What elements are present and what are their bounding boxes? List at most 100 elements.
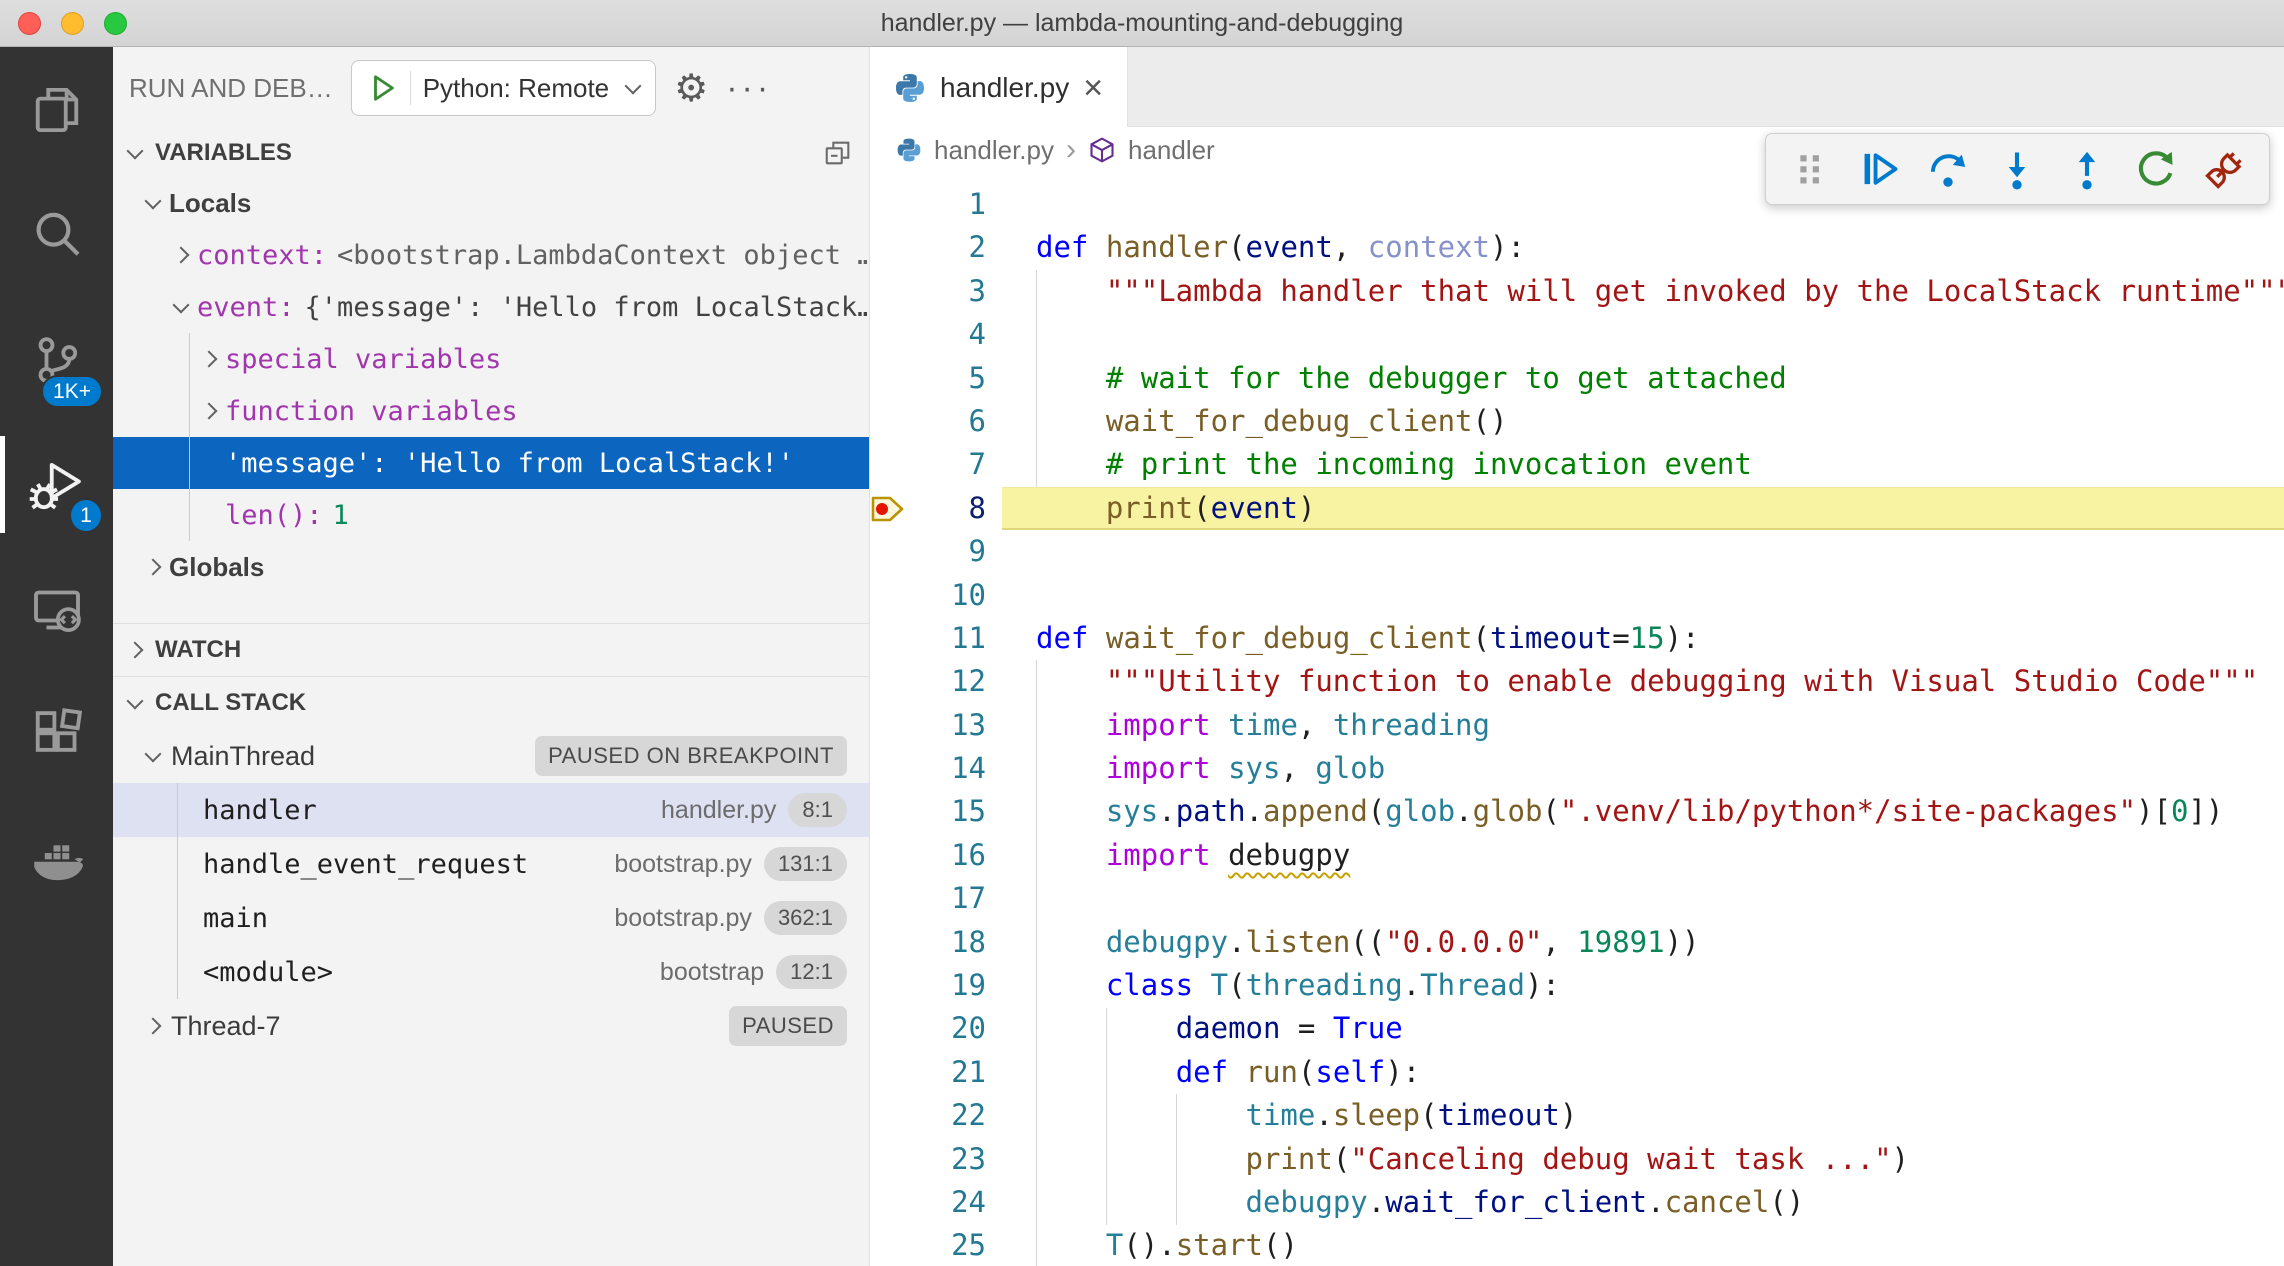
sidebar-item-docker[interactable] (0, 797, 113, 922)
line-number[interactable]: 21 (914, 1051, 986, 1094)
code-line[interactable]: 4 (870, 313, 2284, 356)
debug-restart-button[interactable] (2132, 145, 2180, 193)
line-number[interactable]: 3 (914, 270, 986, 313)
variable-row[interactable]: 'message': 'Hello from LocalStack!' (113, 437, 869, 489)
breakpoint-gutter[interactable] (870, 790, 914, 833)
sidebar-item-run-and-debug[interactable]: 1 (0, 422, 113, 547)
breakpoint-gutter[interactable] (870, 1224, 914, 1266)
code-line[interactable]: 22 time.sleep(timeout) (870, 1094, 2284, 1137)
code-line[interactable]: 25 T().start() (870, 1224, 2284, 1266)
line-number[interactable]: 4 (914, 313, 986, 356)
breakpoint-gutter[interactable] (870, 1007, 914, 1050)
breakpoint-gutter[interactable] (870, 747, 914, 790)
code-line[interactable]: 6 wait_for_debug_client() (870, 400, 2284, 443)
variable-row[interactable]: event:{'message': 'Hello from LocalStack… (113, 281, 869, 333)
debug-config-dropdown[interactable]: Python: Remote (351, 60, 656, 116)
breakpoint-gutter[interactable] (870, 226, 914, 269)
breakpoint-gutter[interactable] (870, 877, 914, 920)
line-number[interactable]: 7 (914, 443, 986, 486)
line-number[interactable]: 20 (914, 1007, 986, 1050)
breakpoint-gutter[interactable] (870, 1094, 914, 1137)
code-line[interactable]: 15 sys.path.append(glob.glob(".venv/lib/… (870, 790, 2284, 833)
zoom-window-button[interactable] (104, 12, 127, 35)
breakpoint-gutter[interactable] (870, 660, 914, 703)
breakpoint-gutter[interactable] (870, 357, 914, 400)
line-number[interactable]: 9 (914, 530, 986, 573)
breakpoint-gutter[interactable] (870, 1138, 914, 1181)
breakpoint-gutter[interactable] (870, 574, 914, 617)
call-stack-thread-row[interactable]: MainThreadPAUSED ON BREAKPOINT (113, 729, 869, 783)
collapse-all-icon[interactable] (823, 138, 853, 168)
breakpoint-gutter[interactable] (870, 964, 914, 1007)
breakpoint-gutter[interactable] (870, 400, 914, 443)
line-number[interactable]: 16 (914, 834, 986, 877)
call-stack-thread-row[interactable]: Thread-7PAUSED (113, 999, 869, 1053)
line-number[interactable]: 6 (914, 400, 986, 443)
breakpoint-gutter[interactable] (870, 183, 914, 226)
close-icon[interactable]: × (1083, 71, 1103, 105)
breakpoint-gutter[interactable] (870, 1181, 914, 1224)
debug-disconnect-button[interactable] (2201, 145, 2249, 193)
code-line[interactable]: 16 import debugpy (870, 834, 2284, 877)
code-line[interactable]: 3 """Lambda handler that will get invoke… (870, 270, 2284, 313)
breakpoint-gutter[interactable] (870, 487, 914, 530)
code-line[interactable]: 21 def run(self): (870, 1051, 2284, 1094)
line-number[interactable]: 10 (914, 574, 986, 617)
toolbar-drag-handle[interactable] (1786, 145, 1834, 193)
breadcrumb-file[interactable]: handler.py (934, 135, 1054, 166)
code-line[interactable]: 2def handler(event, context): (870, 226, 2284, 269)
code-line[interactable]: 10 (870, 574, 2284, 617)
debug-step-into-button[interactable] (1993, 145, 2041, 193)
minimize-window-button[interactable] (61, 12, 84, 35)
code-line[interactable]: 24 debugpy.wait_for_client.cancel() (870, 1181, 2284, 1224)
breakpoint-gutter[interactable] (870, 704, 914, 747)
variable-row[interactable]: context:<bootstrap.LambdaContext object … (113, 229, 869, 281)
ellipsis-icon[interactable]: ··· (726, 69, 772, 108)
sidebar-item-extensions[interactable] (0, 672, 113, 797)
line-number[interactable]: 25 (914, 1224, 986, 1266)
line-number[interactable]: 17 (914, 877, 986, 920)
code-line[interactable]: 11def wait_for_debug_client(timeout=15): (870, 617, 2284, 660)
breakpoint-gutter[interactable] (870, 530, 914, 573)
line-number[interactable]: 18 (914, 921, 986, 964)
line-number[interactable]: 15 (914, 790, 986, 833)
tab-handler-py[interactable]: handler.py × (870, 47, 1128, 128)
code-line[interactable]: 23 print("Canceling debug wait task ..."… (870, 1138, 2284, 1181)
line-number[interactable]: 19 (914, 964, 986, 1007)
line-number[interactable]: 1 (914, 183, 986, 226)
line-number[interactable]: 23 (914, 1138, 986, 1181)
line-number[interactable]: 11 (914, 617, 986, 660)
line-number[interactable]: 14 (914, 747, 986, 790)
breakpoint-gutter[interactable] (870, 834, 914, 877)
call-stack-frame-row[interactable]: mainbootstrap.py362:1 (113, 891, 869, 945)
debug-step-out-button[interactable] (2063, 145, 2111, 193)
code-line[interactable]: 19 class T(threading.Thread): (870, 964, 2284, 1007)
variable-row[interactable]: function variables (113, 385, 869, 437)
code-line[interactable]: 5 # wait for the debugger to get attache… (870, 357, 2284, 400)
call-stack-frame-row[interactable]: handle_event_requestbootstrap.py131:1 (113, 837, 869, 891)
debug-step-over-button[interactable] (1924, 145, 1972, 193)
code-line[interactable]: 14 import sys, glob (870, 747, 2284, 790)
variable-row[interactable]: special variables (113, 333, 869, 385)
variables-group-row[interactable]: Globals (113, 541, 869, 593)
variables-group-row[interactable]: Locals (113, 177, 869, 229)
code-line[interactable]: 18 debugpy.listen(("0.0.0.0", 19891)) (870, 921, 2284, 964)
code-line[interactable]: 20 daemon = True (870, 1007, 2284, 1050)
breakpoint-gutter[interactable] (870, 1051, 914, 1094)
sidebar-item-remote-explorer[interactable] (0, 547, 113, 672)
line-number[interactable]: 24 (914, 1181, 986, 1224)
gear-icon[interactable]: ⚙ (674, 66, 708, 110)
variables-section-header[interactable]: VARIABLES (113, 129, 869, 177)
line-number[interactable]: 12 (914, 660, 986, 703)
breakpoint-gutter[interactable] (870, 617, 914, 660)
call-stack-frame-row[interactable]: handlerhandler.py8:1 (113, 783, 869, 837)
breakpoint-gutter[interactable] (870, 270, 914, 313)
code-line[interactable]: 12 """Utility function to enable debuggi… (870, 660, 2284, 703)
line-number[interactable]: 22 (914, 1094, 986, 1137)
breakpoint-gutter[interactable] (870, 313, 914, 356)
sidebar-item-source-control[interactable]: 1K+ (0, 297, 113, 422)
watch-section-header[interactable]: WATCH (113, 624, 869, 676)
breadcrumb-symbol[interactable]: handler (1128, 135, 1215, 166)
line-number[interactable]: 13 (914, 704, 986, 747)
code-line[interactable]: 7 # print the incoming invocation event (870, 443, 2284, 486)
